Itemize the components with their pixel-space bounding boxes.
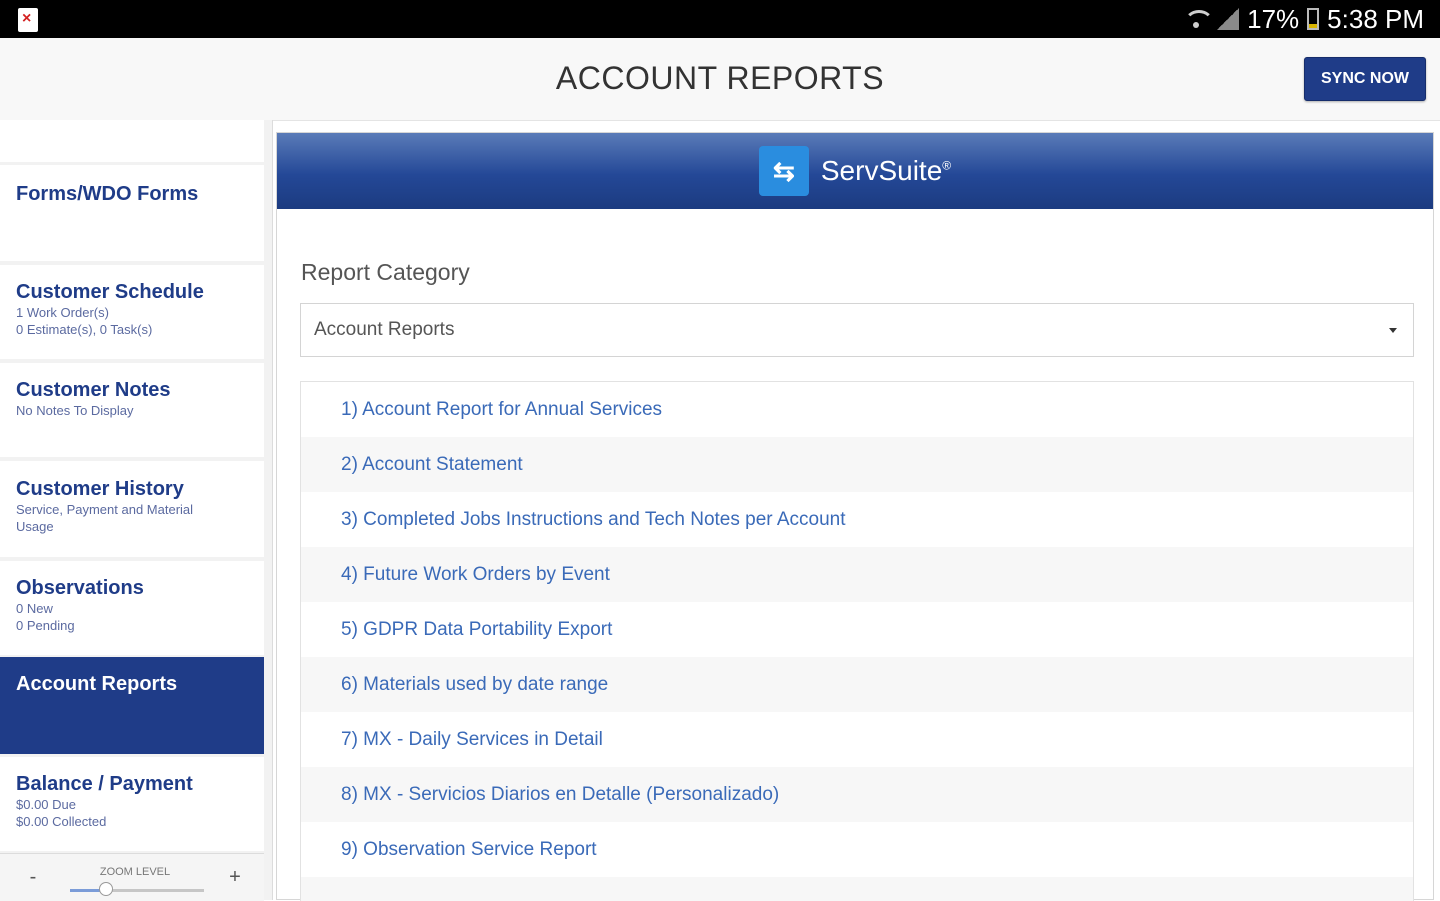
sidebar-item-label: Forms/WDO Forms: [16, 183, 199, 205]
sidebar-item-sub: 0 New: [16, 601, 53, 616]
sidebar-item-customer-history[interactable]: Customer History Service, Payment and Ma…: [0, 461, 264, 557]
report-item[interactable]: 2) Account Statement: [301, 437, 1413, 492]
sidebar-item-label: Observations: [16, 577, 144, 599]
sidebar-item-sub: Service, Payment and Material: [16, 502, 194, 517]
zoom-slider[interactable]: [70, 882, 204, 896]
sidebar-item-sub: 1 Work Order(s): [16, 305, 109, 320]
report-item[interactable]: 3) Completed Jobs Instructions and Tech …: [301, 492, 1413, 547]
report-item[interactable]: 9) Observation Service Report: [301, 822, 1413, 877]
report-item[interactable]: [301, 877, 1413, 901]
reports-panel: ⇆ ServSuite® Report Category Account Rep…: [276, 132, 1434, 901]
sidebar-item-label: Customer Schedule: [16, 281, 204, 303]
sidebar-item-partial[interactable]: [0, 120, 264, 162]
battery-icon: [1307, 8, 1320, 30]
sidebar-item-sub: No Notes To Display: [16, 403, 134, 418]
report-item[interactable]: 6) Materials used by date range: [301, 657, 1413, 712]
report-category-label: Report Category: [301, 259, 470, 285]
page-title: ACCOUNT REPORTS: [555, 60, 885, 96]
report-category-value: Account Reports: [314, 319, 455, 340]
sidebar-item-label: Account Reports: [16, 673, 178, 695]
brand-banner: ⇆ ServSuite®: [277, 133, 1433, 209]
sidebar-item-label: Customer Notes: [16, 379, 171, 401]
report-item[interactable]: 4) Future Work Orders by Event: [301, 547, 1413, 602]
sidebar-item-balance-payment[interactable]: Balance / Payment $0.00 Due $0.00 Collec…: [0, 757, 264, 851]
sidebar: Forms/WDO Forms Customer Schedule 1 Work…: [0, 120, 273, 901]
caret-down-icon: [1389, 328, 1397, 333]
status-bar: 17% 5:38 PM: [0, 0, 1440, 38]
battery-percent: 17%: [1247, 3, 1300, 34]
wifi-icon: [1183, 8, 1215, 30]
servsuite-logo-icon: ⇆: [758, 146, 809, 196]
report-item[interactable]: 1) Account Report for Annual Services: [301, 382, 1413, 437]
sidebar-item-forms[interactable]: Forms/WDO Forms: [0, 165, 264, 261]
sidebar-item-sub: Usage: [16, 519, 54, 534]
sidebar-item-account-reports[interactable]: Account Reports: [0, 657, 264, 754]
sidebar-item-customer-schedule[interactable]: Customer Schedule 1 Work Order(s) 0 Esti…: [0, 265, 264, 359]
sidebar-item-sub: 0 Pending: [16, 618, 75, 633]
report-category-select[interactable]: Account Reports: [300, 303, 1414, 357]
report-item[interactable]: 7) MX - Daily Services in Detail: [301, 712, 1413, 767]
zoom-in-button[interactable]: +: [206, 854, 264, 901]
sidebar-item-sub: 0 Estimate(s), 0 Task(s): [16, 322, 153, 337]
sync-now-button[interactable]: SYNC NOW: [1304, 57, 1426, 101]
brand-name: ServSuite®: [820, 155, 952, 186]
clock: 5:38 PM: [1327, 3, 1424, 34]
sidebar-item-customer-notes[interactable]: Customer Notes No Notes To Display: [0, 363, 264, 457]
sidebar-item-label: Customer History: [16, 478, 184, 500]
zoom-slider-thumb[interactable]: [99, 882, 114, 896]
zoom-out-button[interactable]: -: [4, 854, 62, 901]
report-item[interactable]: 5) GDPR Data Portability Export: [301, 602, 1413, 657]
zoom-control: - ZOOM LEVEL +: [0, 853, 264, 901]
app-notification-icon: [18, 8, 38, 32]
sidebar-item-label: Balance / Payment: [16, 773, 193, 795]
status-indicators: 17% 5:38 PM: [1183, 0, 1424, 38]
sidebar-item-sub: $0.00 Due: [16, 797, 76, 812]
signal-icon: [1217, 8, 1240, 30]
report-list: 1) Account Report for Annual Services 2)…: [300, 381, 1414, 901]
zoom-level-label: ZOOM LEVEL: [99, 866, 171, 878]
sidebar-item-sub: $0.00 Collected: [16, 814, 107, 829]
report-item[interactable]: 8) MX - Servicios Diarios en Detalle (Pe…: [301, 767, 1413, 822]
sidebar-item-observations[interactable]: Observations 0 New 0 Pending: [0, 561, 264, 655]
app-header: ACCOUNT REPORTS SYNC NOW: [0, 38, 1440, 121]
